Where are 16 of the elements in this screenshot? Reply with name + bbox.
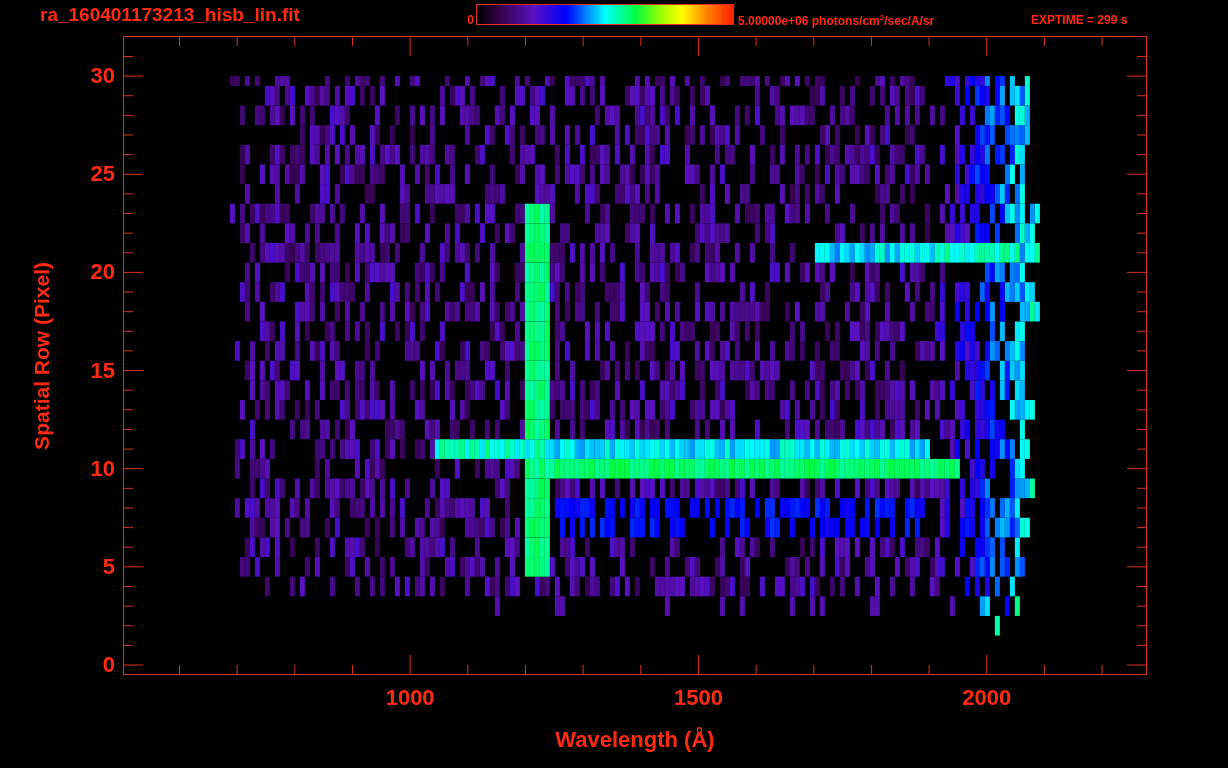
y-tick-label: 20: [90, 261, 115, 284]
x-tick-label: 1500: [673, 687, 723, 709]
y-tick-label: 15: [90, 359, 115, 382]
y-tick-label: 5: [102, 555, 115, 578]
x-tick-label: 2000: [962, 687, 1012, 709]
x-tick-label: 1000: [385, 687, 435, 709]
file-title: ra_160401173213_hisb_lin.fit: [40, 4, 301, 26]
y-axis-label: Spatial Row (Pixel): [30, 261, 54, 450]
x-axis-label: Wavelength (Å): [555, 727, 715, 753]
y-tick-label: 25: [90, 163, 115, 186]
colorbar-max-label: 5.00000e+06 photons/cm$^{2}$/sec/A/sr: [738, 13, 936, 28]
colorbar-min-label: 0: [466, 13, 474, 27]
y-tick-label: 0: [102, 654, 115, 676]
y-tick-label: 10: [90, 457, 115, 480]
y-tick-label: 30: [90, 65, 115, 88]
exposure-time: EXPTIME = 299 s: [1031, 13, 1128, 27]
